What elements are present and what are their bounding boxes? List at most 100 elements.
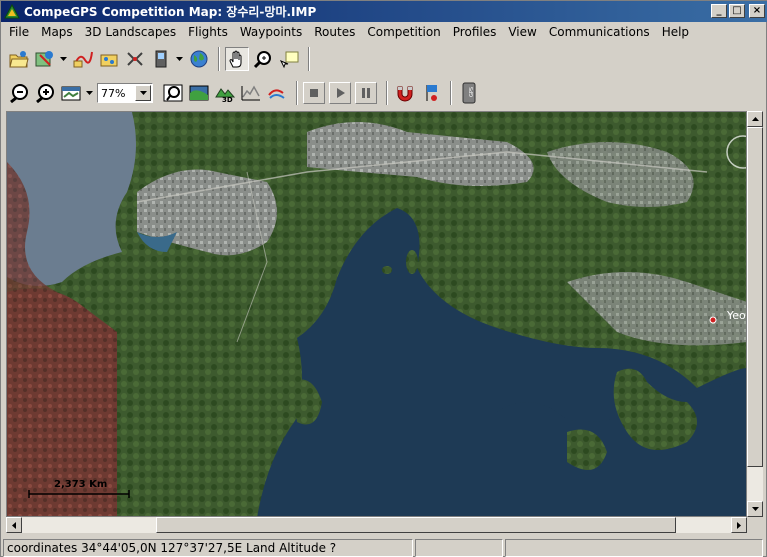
toolbar-separator — [386, 81, 388, 105]
note-button[interactable] — [277, 47, 301, 71]
compegps-logo-icon — [4, 3, 20, 18]
map-view-dropdown[interactable] — [85, 81, 93, 105]
menu-help[interactable]: Help — [656, 25, 695, 39]
zoom-level-dropdown-button[interactable] — [135, 85, 151, 101]
magnet-button[interactable] — [393, 81, 417, 105]
satellite-map[interactable]: 2,373 Km Yeos — [6, 111, 747, 517]
track-arrow-icon — [268, 89, 285, 99]
zoom-level-value: 77% — [101, 86, 126, 100]
menu-file[interactable]: File — [3, 25, 35, 39]
maximize-icon: □ — [732, 5, 742, 16]
flag-icon — [426, 85, 437, 101]
app-window: CompeGPS Competition Map: 장수리-망마.IMP _ □… — [0, 0, 767, 557]
zoom-in-button[interactable] — [33, 81, 57, 105]
title-bar[interactable]: CompeGPS Competition Map: 장수리-망마.IMP _ □… — [1, 1, 767, 22]
play-icon — [337, 88, 345, 98]
menu-maps[interactable]: Maps — [35, 25, 79, 39]
layers-button[interactable] — [187, 81, 211, 105]
zoom-tool-icon — [253, 51, 271, 69]
profile-graph-icon — [241, 85, 260, 101]
menu-waypoints[interactable]: Waypoints — [234, 25, 308, 39]
profile-graph-button[interactable] — [239, 81, 263, 105]
menu-view[interactable]: View — [502, 25, 542, 39]
menu-bar: File Maps 3D Landscapes Flights Waypoint… — [1, 22, 767, 41]
minimize-button[interactable]: _ — [711, 4, 727, 18]
open-button[interactable] — [7, 47, 31, 71]
chevron-down-icon — [59, 57, 67, 61]
map-open-icon — [35, 51, 53, 67]
scroll-right-button[interactable] — [731, 517, 747, 533]
device-dropdown[interactable] — [175, 47, 183, 71]
open-map-button[interactable] — [33, 47, 57, 71]
scrollbar-corner — [747, 517, 763, 533]
menu-flights[interactable]: Flights — [182, 25, 234, 39]
pause-icon — [362, 88, 370, 98]
flight-track-button[interactable] — [71, 47, 95, 71]
open-folder-icon — [9, 51, 29, 68]
view-toolbar: 77% 3D GPS — [1, 77, 767, 109]
device-button[interactable] — [149, 47, 173, 71]
globe-button[interactable] — [187, 47, 211, 71]
stop-icon — [310, 89, 318, 97]
arrow-right-icon — [737, 521, 741, 529]
map-imagery — [7, 112, 746, 516]
main-toolbar — [1, 43, 767, 75]
menu-3d-landscapes[interactable]: 3D Landscapes — [79, 25, 182, 39]
waypoints-button[interactable] — [97, 47, 121, 71]
svg-text:3D: 3D — [222, 96, 233, 103]
menu-communications[interactable]: Communications — [543, 25, 656, 39]
window-title: CompeGPS Competition Map: 장수리-망마.IMP — [24, 5, 317, 19]
status-coordinates: coordinates 34°44'05,0N 127°37'27,5E Lan… — [3, 538, 413, 557]
hand-pan-icon — [229, 50, 242, 68]
toolbar-separator — [450, 81, 452, 105]
gps-button[interactable]: GPS — [457, 81, 481, 105]
chevron-down-icon — [175, 57, 183, 61]
3d-icon: 3D — [215, 88, 236, 103]
arrow-up-icon — [751, 117, 759, 121]
waypoints-icon — [100, 54, 118, 67]
status-bar: coordinates 34°44'05,0N 127°37'27,5E Lan… — [1, 537, 767, 557]
zoom-out-button[interactable] — [7, 81, 31, 105]
map-place-label: Yeos — [727, 309, 746, 322]
zoom-in-icon — [36, 84, 54, 103]
3d-view-button[interactable]: 3D — [213, 81, 237, 105]
horizontal-scroll-thumb[interactable] — [156, 517, 676, 533]
zoom-out-icon — [10, 84, 28, 103]
device-icon — [155, 50, 167, 68]
close-icon: × — [752, 5, 762, 16]
toolbar-separator — [218, 47, 220, 71]
route-button[interactable] — [123, 47, 147, 71]
open-map-dropdown[interactable] — [59, 47, 67, 71]
zoom-level-select[interactable]: 77% — [97, 83, 153, 103]
track-analysis-button[interactable] — [265, 81, 289, 105]
menu-routes[interactable]: Routes — [308, 25, 361, 39]
scroll-left-button[interactable] — [6, 517, 22, 533]
map-view-icon — [61, 86, 81, 101]
pause-button[interactable] — [355, 82, 377, 104]
map-view-button[interactable] — [59, 81, 83, 105]
zoom-fit-icon — [163, 84, 183, 102]
menu-profiles[interactable]: Profiles — [447, 25, 503, 39]
arrow-down-icon — [751, 507, 759, 511]
status-pane-3 — [505, 538, 763, 557]
play-button[interactable] — [329, 82, 351, 104]
note-icon — [279, 51, 299, 69]
pan-tool-button[interactable] — [225, 47, 249, 71]
zoom-tool-button[interactable] — [251, 47, 275, 71]
close-button[interactable]: × — [749, 4, 765, 18]
toolbar-separator — [308, 47, 310, 71]
stop-button[interactable] — [303, 82, 325, 104]
arrow-left-icon — [12, 521, 16, 529]
horizontal-scrollbar[interactable] — [6, 517, 747, 533]
maximize-button[interactable]: □ — [729, 4, 745, 18]
route-icon — [127, 52, 143, 66]
scroll-down-button[interactable] — [747, 501, 763, 517]
svg-text:GPS: GPS — [469, 87, 475, 97]
vertical-scroll-thumb[interactable] — [747, 127, 763, 467]
menu-competition[interactable]: Competition — [361, 25, 446, 39]
zoom-fit-button[interactable] — [161, 81, 185, 105]
flag-button[interactable] — [419, 81, 443, 105]
vertical-scrollbar[interactable] — [747, 111, 763, 517]
scroll-up-button[interactable] — [747, 111, 763, 127]
globe-icon — [190, 50, 208, 68]
